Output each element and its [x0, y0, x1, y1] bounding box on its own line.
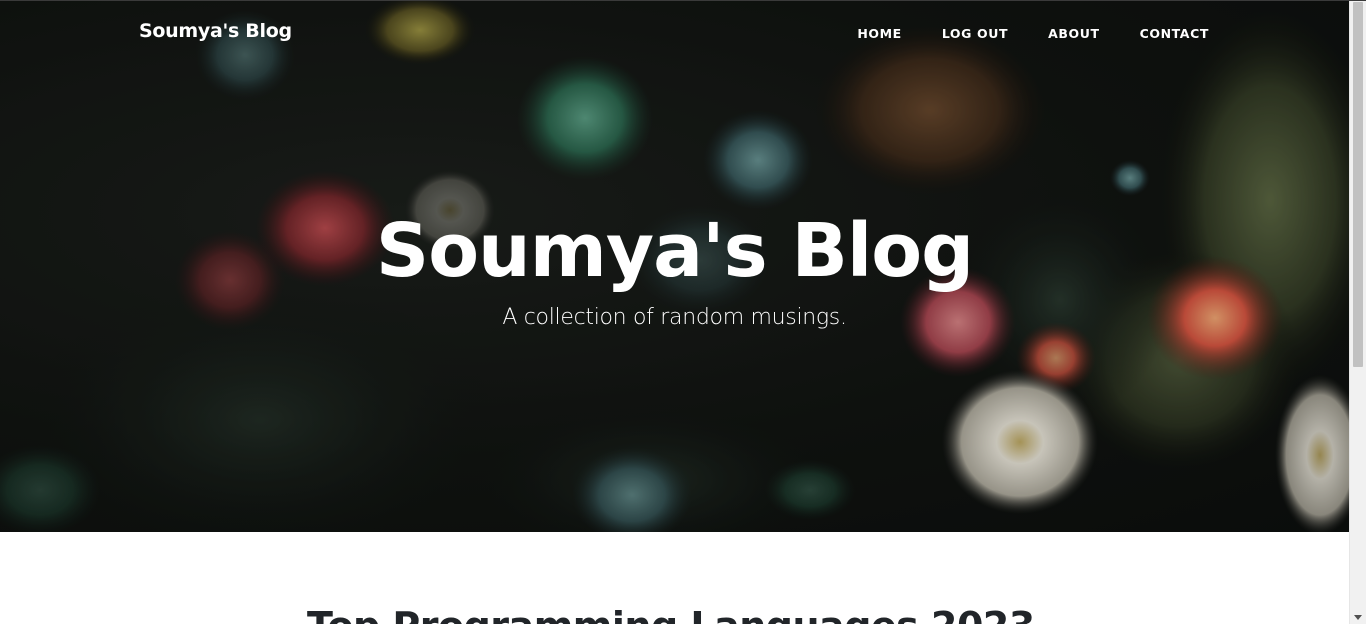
nav-link-logout[interactable]: LOG OUT [942, 26, 1008, 41]
nav-link-contact[interactable]: CONTACT [1140, 26, 1209, 41]
window-top-border [0, 0, 1366, 1]
nav-link-about[interactable]: ABOUT [1048, 26, 1100, 41]
navbar-brand[interactable]: Soumya's Blog [139, 20, 292, 42]
hero-subtitle: A collection of random musings. [502, 305, 847, 330]
masthead-hero: Soumya's Blog HOME LOG OUT ABOUT CONTACT… [0, 0, 1349, 532]
chevron-down-icon[interactable] [1354, 615, 1362, 620]
page: Soumya's Blog HOME LOG OUT ABOUT CONTACT… [0, 0, 1349, 624]
post-preview-title[interactable]: Top Programming Languages 2023 [307, 604, 1035, 624]
hero-title: Soumya's Blog [375, 208, 974, 294]
nav-link-home[interactable]: HOME [857, 26, 901, 41]
vertical-scrollbar[interactable] [1349, 0, 1366, 624]
scrollbar-thumb[interactable] [1353, 2, 1363, 367]
browser-viewport: Soumya's Blog HOME LOG OUT ABOUT CONTACT… [0, 0, 1366, 624]
navbar-links: HOME LOG OUT ABOUT CONTACT [817, 26, 1209, 41]
